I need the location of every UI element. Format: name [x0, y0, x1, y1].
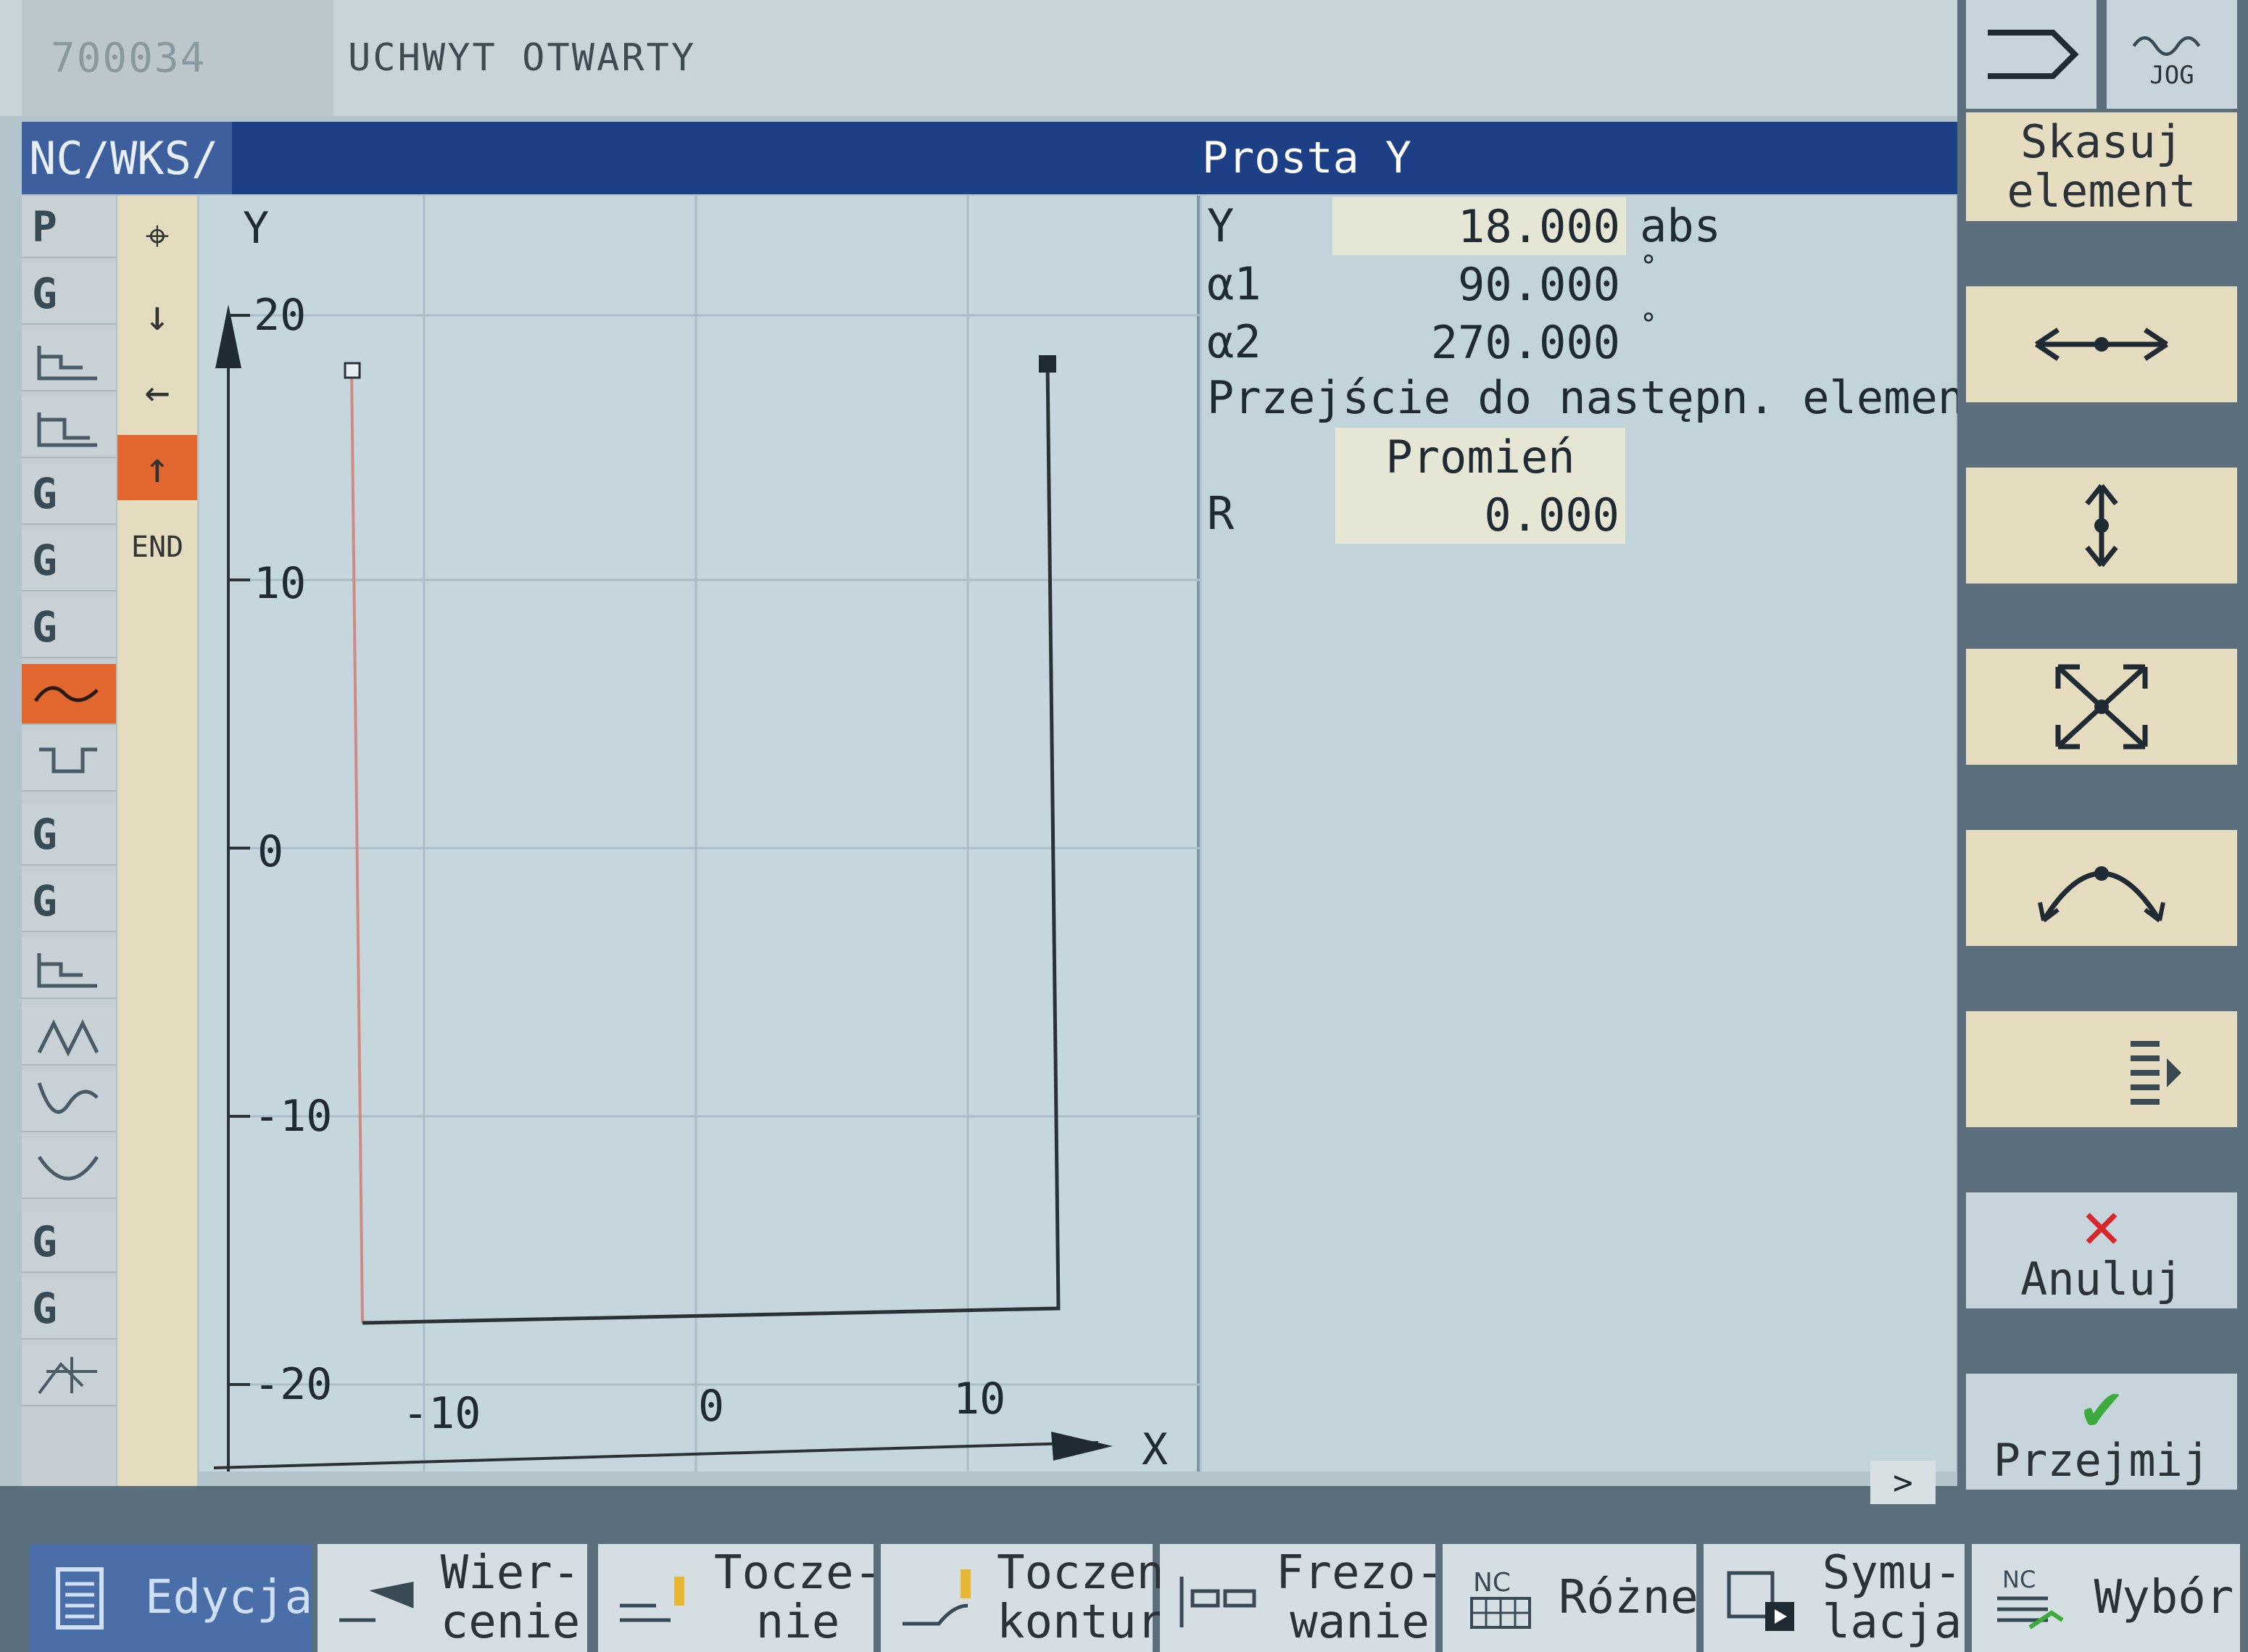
list-more-icon [2131, 1041, 2181, 1105]
contour-end-label: END [130, 531, 184, 564]
contour-element-groove-icon[interactable] [22, 1071, 116, 1132]
horizontal-arrows-icon [2035, 328, 2168, 361]
y-tick-label: 20 [254, 290, 306, 341]
contour-element-pocket-icon[interactable] [22, 731, 116, 792]
undercut-icon [37, 1155, 99, 1181]
contour-element-g[interactable]: G [22, 805, 116, 866]
param-a2-value: 270.000 [1430, 315, 1620, 369]
groove-icon [37, 1082, 99, 1114]
alarm-text: UCHWYT OTWARTY [348, 36, 697, 80]
arc-tangent-button[interactable] [1966, 830, 2237, 946]
softkey-milling[interactable]: Frezo-wanie [1160, 1544, 1443, 1652]
vertical-arrows-icon [2085, 483, 2118, 568]
y-tick-label: -20 [254, 1359, 332, 1410]
program-path: NC/WKS/ [22, 122, 232, 194]
softkey-more-arrow-icon[interactable]: > [1870, 1461, 1936, 1504]
contour-element-g[interactable]: G [22, 464, 116, 525]
contour-element-g[interactable]: G [22, 531, 116, 592]
arc-icon [2038, 866, 2165, 923]
arrow-down-icon[interactable]: ↓ [117, 283, 197, 348]
param-r-label: R [1207, 487, 1235, 540]
softkey-select[interactable]: NC Wybór [1972, 1544, 2240, 1652]
param-a2-label: α2 [1207, 315, 1261, 368]
machine-area-icon[interactable] [1966, 0, 2096, 109]
contour-element-undercut-icon[interactable] [22, 1138, 116, 1199]
x-axis-label: X [1142, 1424, 1168, 1472]
cancel-button[interactable]: ✕ Anuluj [1966, 1192, 2237, 1308]
param-a1-label: α1 [1207, 257, 1261, 310]
contour-element-selected[interactable] [22, 664, 116, 725]
thread-icon [37, 1019, 99, 1057]
nc-grid-icon: NC [1470, 1568, 1531, 1629]
param-a2-unit: ° [1640, 308, 1658, 341]
turning-tool-icon [620, 1576, 684, 1622]
milling-icon [1179, 1576, 1256, 1627]
more-options-button[interactable] [1966, 1011, 2237, 1127]
svg-text:NC: NC [1473, 1568, 1511, 1598]
param-a1-unit: ° [1640, 250, 1658, 283]
contour-element-g[interactable]: G [22, 1279, 116, 1340]
y-tick-label: -10 [254, 1091, 332, 1142]
pattern-icon [38, 1357, 97, 1395]
contour-element-start-point[interactable]: P [22, 197, 116, 258]
softkey-contour-turning[interactable]: Toczen. konturu [881, 1544, 1193, 1652]
softkey-simulation[interactable]: Symu-lacja [1704, 1544, 1965, 1652]
accept-button[interactable]: ✔ Przejmij [1966, 1374, 2237, 1490]
y-axis-label: Y [243, 203, 269, 254]
contour-element-g[interactable]: G [22, 264, 116, 325]
step-icon [37, 346, 97, 381]
nc-select-icon: NC [1997, 1566, 2064, 1629]
contour-turning-icon [903, 1569, 971, 1625]
vertical-tangent-button[interactable] [1966, 468, 2237, 584]
contour-wave-icon [33, 686, 99, 702]
param-y-label: Y [1207, 199, 1235, 252]
arrow-left-icon[interactable]: ← [117, 359, 197, 424]
diagonal-arrows-icon [2055, 664, 2148, 750]
jog-icon [2132, 36, 2201, 57]
horizontal-tangent-button[interactable] [1966, 286, 2237, 402]
alarm-code: 700034 [22, 0, 333, 116]
contour-element-thread-icon[interactable] [22, 1005, 116, 1066]
contour-plot: Y X 20 10 0 -10 -20 -10 0 10 [213, 196, 1200, 1472]
svg-text:NC: NC [2002, 1566, 2036, 1593]
transition-label: Przejście do następn. elementu [1207, 371, 2019, 424]
drill-icon [339, 1581, 414, 1622]
param-y-unit[interactable]: abs [1640, 199, 1721, 252]
diagonal-tangent-button[interactable] [1966, 649, 2237, 765]
contour-element-step-icon[interactable] [22, 938, 116, 999]
contour-graphic: Y X 20 10 0 -10 -20 -10 0 10 [199, 196, 1200, 1472]
pocket-icon [39, 747, 97, 773]
cancel-x-icon: ✕ [2081, 1187, 2122, 1264]
jog-mode-button[interactable]: JOG [2107, 0, 2237, 109]
x-tick-label: -10 [402, 1388, 481, 1439]
param-y-input[interactable]: 18.000 [1332, 197, 1626, 255]
y-tick-label: 10 [254, 558, 306, 609]
transition-select[interactable]: Promień [1335, 428, 1625, 486]
y-tick-label: 0 [257, 826, 283, 877]
softkey-edit[interactable]: Edycja [29, 1544, 312, 1652]
step-icon [37, 953, 97, 988]
x-tick-label: 10 [953, 1374, 1005, 1424]
contour-element-step-icon[interactable] [22, 397, 116, 458]
edit-document-icon [56, 1566, 104, 1630]
delete-element-button[interactable]: Skasuj element [1966, 112, 2237, 221]
crosshair-icon[interactable]: ⌖ [117, 203, 197, 268]
contour-element-g[interactable]: G [22, 597, 116, 658]
softkey-various[interactable]: NC Różne [1443, 1544, 1699, 1652]
simulation-icon [1727, 1571, 1794, 1631]
bracket-icon [1988, 30, 2079, 79]
arrow-up-icon[interactable]: ↑ [117, 435, 197, 500]
contour-element-g[interactable]: G [22, 871, 116, 932]
x-tick-label: 0 [698, 1381, 724, 1432]
softkey-turning[interactable]: Tocze-nie [598, 1544, 882, 1652]
contour-element-step-icon[interactable] [22, 331, 116, 391]
contour-element-g[interactable]: G [22, 1212, 116, 1273]
page-title: Prosta Y [1202, 133, 1411, 183]
softkey-drilling[interactable]: Wier-cenie [318, 1544, 587, 1652]
param-r-input[interactable]: 0.000 [1335, 486, 1625, 544]
contour-element-pattern-icon[interactable] [22, 1345, 116, 1406]
accept-check-icon: ✔ [2081, 1369, 2122, 1445]
step-icon [37, 412, 97, 447]
param-a1-value: 90.000 [1458, 257, 1620, 311]
